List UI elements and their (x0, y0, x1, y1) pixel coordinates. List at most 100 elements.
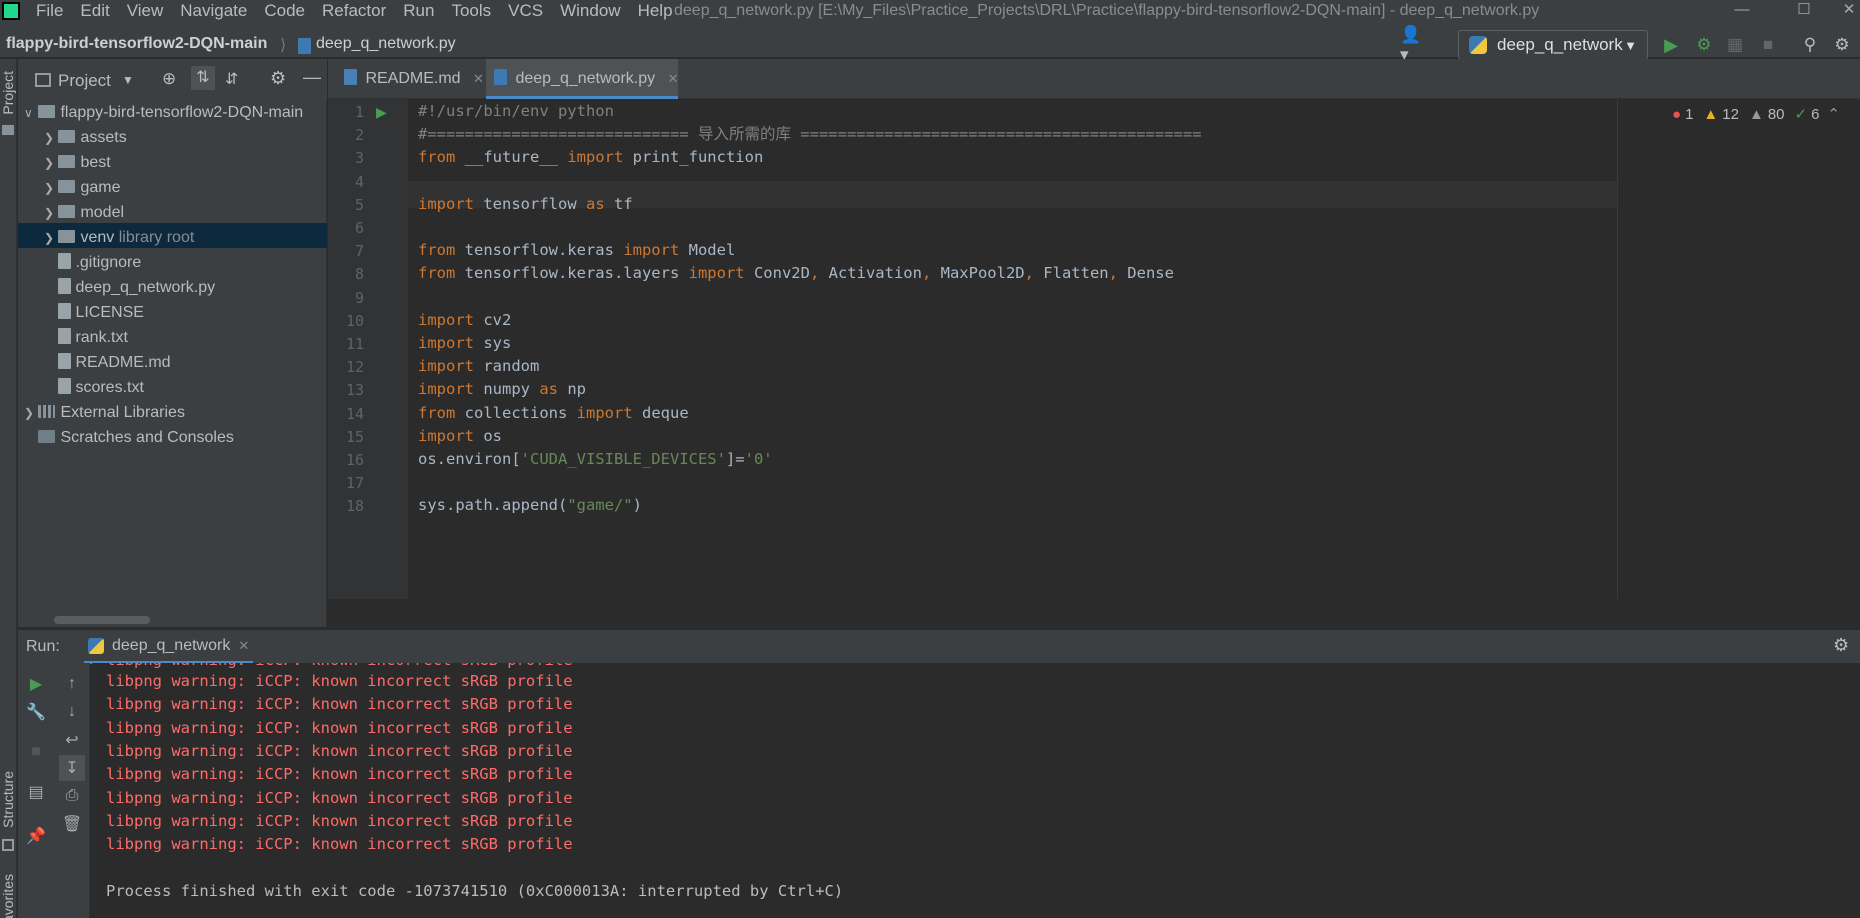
menu-item-edit[interactable]: Edit (80, 1, 109, 21)
line-number: 12 (345, 358, 364, 377)
debug-icon[interactable]: ⚙ (1691, 32, 1717, 58)
tree-item-readme-md[interactable]: README.md (44, 350, 171, 375)
close-tab-icon[interactable]: ✕ (238, 638, 249, 654)
menu-item-window[interactable]: Window (560, 1, 620, 21)
run-console-output[interactable]: libpng warning: iCCP: known incorrect sR… (92, 663, 1860, 918)
close-tab-icon[interactable]: ✕ (473, 71, 484, 86)
settings-gear-icon[interactable]: ⚙ (1829, 32, 1855, 58)
tab-readme[interactable]: README.md ✕ (336, 59, 484, 99)
folder-icon (2, 125, 14, 135)
tree-item-venv[interactable]: ❯ venv library root (44, 225, 194, 250)
project-horizontal-scrollbar[interactable] (54, 616, 150, 624)
project-tool-window-button[interactable]: Project (0, 71, 16, 115)
tree-item-external-libraries[interactable]: ❯ External Libraries (24, 400, 185, 425)
menu-item-refactor[interactable]: Refactor (322, 1, 386, 21)
structure-tool-window-button[interactable]: Structure (0, 771, 16, 828)
close-tab-icon[interactable]: ✕ (668, 71, 679, 86)
menu-item-run[interactable]: Run (403, 1, 434, 21)
chevron-right-icon[interactable]: ❯ (44, 226, 54, 251)
chevron-right-icon[interactable]: ❯ (44, 176, 54, 201)
pycharm-logo-icon (2, 2, 20, 20)
print-icon[interactable]: ⎙ (59, 783, 85, 809)
line-number: 13 (345, 381, 364, 400)
collapse-all-icon[interactable]: ⇵ (225, 69, 238, 89)
chevron-right-icon[interactable]: ❯ (44, 126, 54, 151)
scroll-to-end-icon[interactable]: ↧ (59, 755, 85, 781)
tree-item-model[interactable]: ❯ model (44, 200, 124, 225)
user-icon[interactable]: 👤▾ (1400, 25, 1426, 64)
run-configuration-selector[interactable]: deep_q_network ▼ (1458, 30, 1648, 60)
menu-item-view[interactable]: View (127, 1, 164, 21)
chevron-right-icon[interactable]: ❯ (44, 201, 54, 226)
menu-item-tools[interactable]: Tools (451, 1, 491, 21)
coverage-icon[interactable]: ▦ (1722, 32, 1748, 58)
chevron-right-icon[interactable]: ❯ (44, 151, 54, 176)
console-line: libpng warning: iCCP: known incorrect sR… (106, 672, 573, 690)
arrow-up-icon[interactable]: ↑ (59, 671, 85, 697)
tree-item-scratches-and-consoles[interactable]: Scratches and Consoles (24, 425, 234, 450)
tree-item-deep-q-network-py[interactable]: deep_q_network.py (44, 275, 215, 300)
close-window-button[interactable]: ✕ (1838, 0, 1860, 22)
inspection-widget[interactable]: ● 1 ▲ 12 ▲ 80 ✓ 6 ⌃ (1672, 105, 1840, 124)
minimize-window-button[interactable]: — (1722, 0, 1762, 22)
breadcrumb-project[interactable]: flappy-bird-tensorflow2-DQN-main (6, 35, 267, 53)
rerun-icon[interactable]: ▶ (23, 671, 49, 697)
code-token: import (418, 426, 474, 445)
tree-item-rank-txt[interactable]: rank.txt (44, 325, 128, 350)
python-file-icon (298, 38, 311, 54)
tree-item-best[interactable]: ❯ best (44, 150, 111, 175)
tree-item-game[interactable]: ❯ game (44, 175, 120, 200)
trash-icon[interactable]: 🗑 (59, 811, 85, 837)
tree-item-assets[interactable]: ❯ assets (44, 125, 127, 150)
breadcrumb-file[interactable]: deep_q_network.py (316, 35, 456, 53)
chevron-down-icon[interactable]: ▼ (122, 73, 134, 87)
menu-item-navigate[interactable]: Navigate (180, 1, 247, 21)
tree-item-flappy-bird-tensorflow2-dqn-main[interactable]: ∨ flappy-bird-tensorflow2-DQN-main (24, 100, 303, 125)
tree-item-label: .gitignore (75, 254, 142, 271)
wrench-icon[interactable]: 🔧 (23, 699, 49, 725)
run-gutter-icon[interactable]: ▶ (376, 104, 387, 121)
code-token: sys (474, 334, 512, 352)
tree-item-gitignore[interactable]: .gitignore (44, 250, 141, 275)
code-token: as (585, 194, 605, 213)
run-tab-deep-q-network[interactable]: deep_q_network ✕ (84, 630, 254, 664)
menu-item-code[interactable]: Code (264, 1, 305, 21)
soft-wrap-icon[interactable]: ↩ (59, 727, 85, 753)
run-icon[interactable]: ▶ (1658, 32, 1684, 58)
run-panel-label: Run: (26, 638, 60, 655)
gear-icon[interactable]: ⚙ (1833, 635, 1849, 656)
locate-file-icon[interactable]: ⊕ (162, 69, 176, 89)
hide-panel-icon[interactable]: — (303, 67, 321, 88)
file-icon (58, 353, 72, 369)
code-token: '0' (744, 450, 773, 468)
stop-icon[interactable]: ■ (23, 739, 49, 765)
warning-icon: ▲ (1703, 105, 1719, 123)
layout-icon[interactable]: ▤ (23, 779, 49, 805)
tree-item-license[interactable]: LICENSE (44, 300, 144, 325)
menu-item-vcs[interactable]: VCS (508, 1, 543, 21)
project-panel-title[interactable]: Project (58, 71, 111, 91)
gear-icon[interactable]: ⚙ (270, 68, 286, 89)
code-token: ) (632, 496, 642, 515)
code-token: os.environ[ (418, 450, 521, 468)
folder-icon (58, 205, 76, 218)
search-icon[interactable]: ⚲ (1797, 32, 1823, 58)
chevron-right-icon[interactable]: ❯ (24, 401, 34, 426)
tree-item-label: scores.txt (75, 379, 144, 396)
favorites-tool-window-button[interactable]: Favorites (0, 874, 16, 918)
chevron-down-icon[interactable]: ∨ (24, 101, 34, 126)
stop-icon[interactable]: ■ (1755, 32, 1781, 58)
tab-deep-q-network[interactable]: deep_q_network.py ✕ (486, 59, 678, 99)
tree-item-label: flappy-bird-tensorflow2-DQN-main (60, 104, 304, 121)
expand-all-icon[interactable]: ⇅ (191, 66, 215, 90)
code-token: , (809, 264, 829, 283)
project-tree: ∨ flappy-bird-tensorflow2-DQN-main ❯ asse… (18, 100, 327, 627)
arrow-down-icon[interactable]: ↓ (59, 699, 85, 725)
tree-item-scores-txt[interactable]: scores.txt (44, 375, 144, 400)
menu-item-help[interactable]: Help (638, 1, 673, 21)
menu-item-file[interactable]: File (36, 1, 63, 21)
pin-icon[interactable]: 📌 (23, 823, 49, 849)
maximize-window-button[interactable]: ☐ (1784, 0, 1824, 22)
line-number: 3 (354, 149, 364, 168)
line-number: 11 (345, 335, 364, 353)
